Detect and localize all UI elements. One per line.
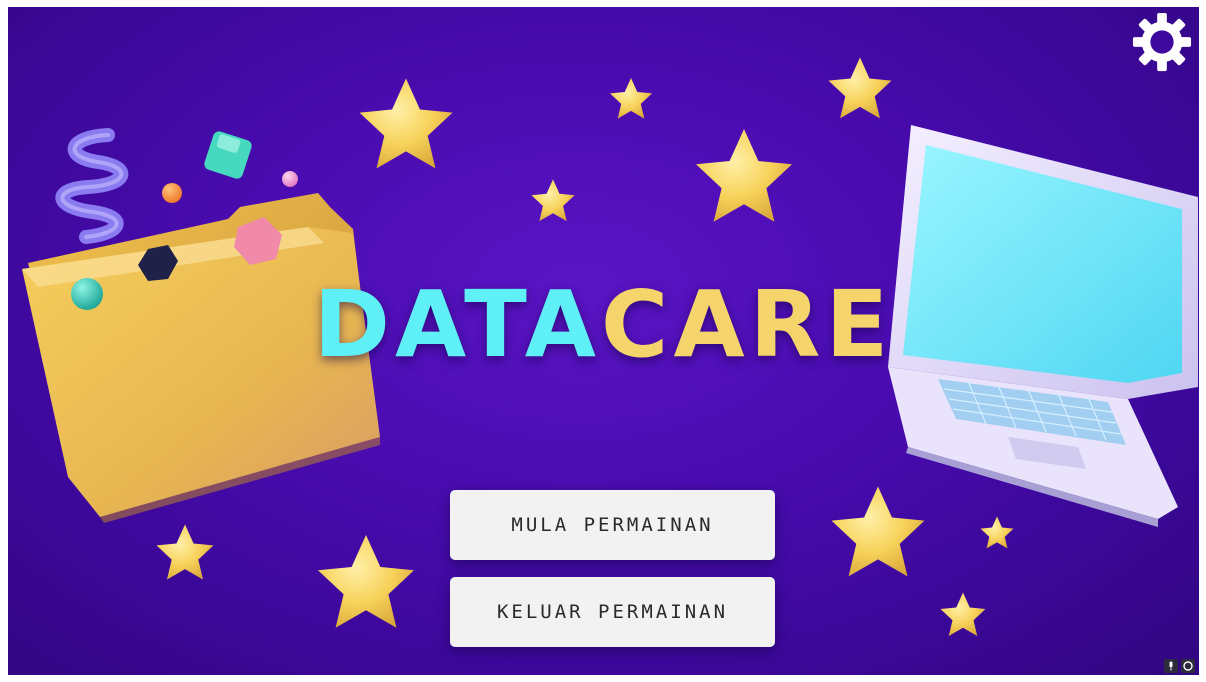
corner-controls <box>1164 659 1195 673</box>
star <box>531 179 575 222</box>
star <box>610 78 652 119</box>
exit-game-button[interactable]: KELUAR PERMAINAN <box>450 577 775 647</box>
loading-button[interactable] <box>1181 659 1195 673</box>
microphone-button[interactable] <box>1164 659 1178 673</box>
exit-game-label: KELUAR PERMAINAN <box>496 601 729 623</box>
star <box>831 486 925 577</box>
star <box>359 78 453 169</box>
microphone-icon <box>1169 661 1173 671</box>
ball-pink <box>282 171 298 187</box>
star <box>828 57 892 119</box>
star <box>318 535 414 628</box>
cube-teal <box>204 131 252 179</box>
logo-part-data: DATA <box>313 271 601 378</box>
star <box>156 524 214 580</box>
settings-button[interactable] <box>1131 11 1193 73</box>
circle-icon <box>1183 661 1193 671</box>
star <box>940 592 986 636</box>
game-logo: DATACARE <box>8 279 1199 371</box>
start-game-button[interactable]: MULA PERMAINAN <box>450 490 775 560</box>
star <box>980 516 1014 549</box>
star <box>696 129 792 222</box>
start-game-label: MULA PERMAINAN <box>511 514 714 536</box>
gear-icon <box>1132 12 1192 72</box>
game-scene: DATACARE MULA PERMAINAN KELUAR PERMAINAN <box>8 7 1199 675</box>
logo-part-care: CARE <box>600 271 894 378</box>
ball-orange <box>162 183 182 203</box>
